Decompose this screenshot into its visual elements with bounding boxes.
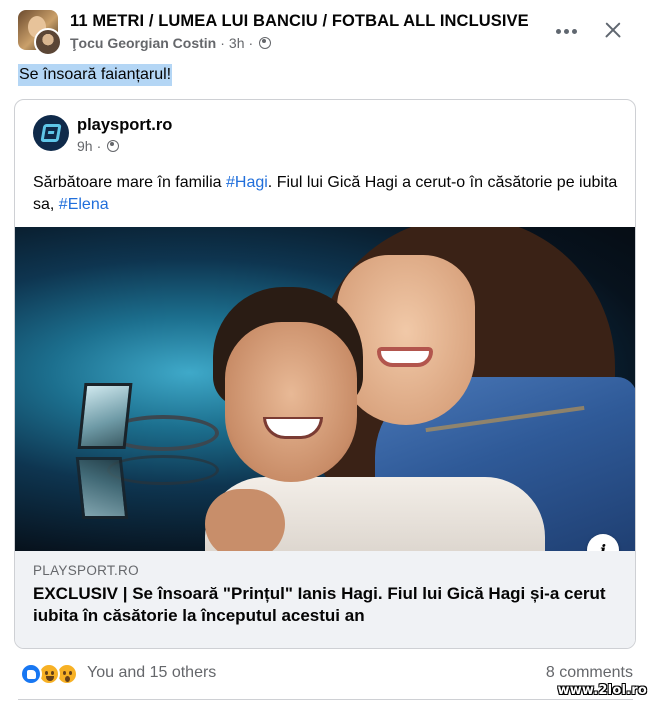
shared-post-meta: 9h · xyxy=(77,138,120,154)
hashtag-elena[interactable]: #Elena xyxy=(59,196,109,213)
author-name[interactable]: Ţocu Georgian Costin xyxy=(70,35,216,51)
meta-separator: · xyxy=(248,35,254,51)
globe-icon xyxy=(107,140,120,152)
link-domain: PLAYSPORT.RO xyxy=(33,563,139,578)
photo-man-arm xyxy=(205,489,285,551)
photo-ring-stone-reflection xyxy=(75,457,129,519)
hashtag-hagi[interactable]: #Hagi xyxy=(226,174,268,191)
close-icon[interactable] xyxy=(597,14,629,46)
photo-man-face xyxy=(225,322,357,482)
playsport-logo[interactable] xyxy=(33,115,69,151)
shared-photo[interactable] xyxy=(15,227,635,551)
more-options-icon[interactable] xyxy=(551,16,581,46)
meta-separator: · xyxy=(220,35,225,51)
shared-text-part: Sărbătoare mare în familia xyxy=(33,174,226,191)
link-preview[interactable]: PLAYSPORT.RO EXCLUSIV | Se însoară "Prin… xyxy=(15,551,635,648)
post-caption: Se însoară faianțarul! xyxy=(18,64,173,86)
footer-divider xyxy=(18,699,633,700)
reaction-count[interactable]: You and 15 others xyxy=(87,664,216,682)
post-time[interactable]: 3h xyxy=(229,35,245,51)
post-meta: Ţocu Georgian Costin · 3h · xyxy=(70,35,272,51)
shared-post-text: Sărbătoare mare în familia #Hagi. Fiul l… xyxy=(33,172,623,216)
post-footer: You and 15 others 8 comments xyxy=(18,660,633,688)
facebook-post: 11 METRI / LUMEA LUI BANCIU / FOTBAL ALL… xyxy=(0,0,651,704)
shared-post-time[interactable]: 9h xyxy=(77,138,93,154)
link-title[interactable]: EXCLUSIV | Se însoară "Prințul" Ianis Ha… xyxy=(33,583,623,627)
author-avatar[interactable] xyxy=(34,28,62,56)
reaction-icons[interactable] xyxy=(20,663,84,685)
shared-page-name[interactable]: playsport.ro xyxy=(77,116,172,135)
photo-woman-smile xyxy=(377,347,433,367)
like-reaction-icon xyxy=(20,663,42,685)
comments-count[interactable]: 8 comments xyxy=(546,664,633,682)
photo-ring-stone xyxy=(77,383,133,449)
meta-separator: · xyxy=(96,138,102,154)
shared-post-card[interactable]: playsport.ro 9h · Sărbătoare mare în fam… xyxy=(14,99,636,649)
post-header: 11 METRI / LUMEA LUI BANCIU / FOTBAL ALL… xyxy=(18,10,637,56)
group-name[interactable]: 11 METRI / LUMEA LUI BANCIU / FOTBAL ALL… xyxy=(70,12,529,31)
globe-icon xyxy=(259,37,272,49)
site-watermark: www.2lol.ro xyxy=(557,683,647,698)
